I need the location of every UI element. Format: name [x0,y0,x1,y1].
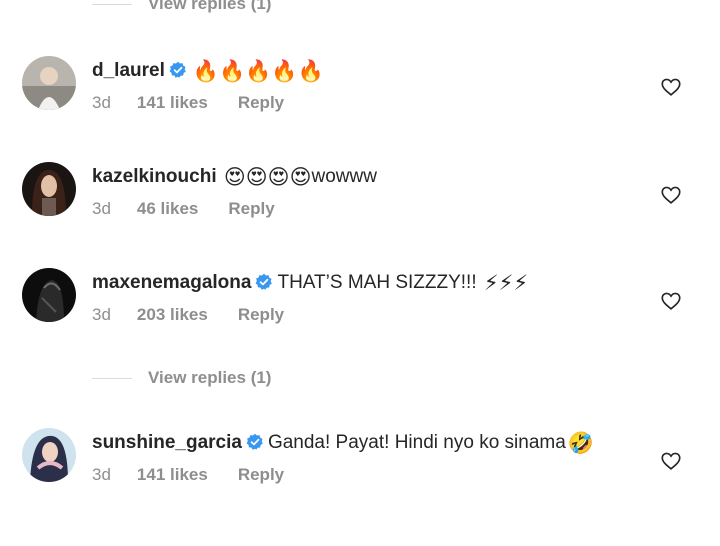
comment-meta: 3d 141 likes Reply [92,93,612,113]
avatar[interactable] [22,268,76,322]
comment-body: Ganda! Payat! Hindi nyo ko sinama [267,432,566,453]
view-replies-link[interactable]: View replies (1) [92,368,271,388]
view-replies-link[interactable]: View replies (1) [92,0,271,14]
comment-likes[interactable]: 46 likes [137,199,198,219]
heart-icon[interactable] [660,76,682,98]
comment-likes[interactable]: 141 likes [137,93,208,113]
reply-button[interactable]: Reply [238,465,284,485]
comment-likes[interactable]: 141 likes [137,465,208,485]
avatar[interactable] [22,428,76,482]
comment-time: 3d [92,305,111,324]
heart-icon[interactable] [660,290,682,312]
comment-meta: 3d 46 likes Reply [92,199,612,219]
comment-text: sunshine_garcia Ganda! Payat! Hindi nyo k… [92,430,612,457]
comment-meta: 3d 203 likes Reply [92,305,612,325]
comment-text: maxenemagalona THAT’S MAH SIZZZY!!! ⚡⚡⚡ [92,270,612,297]
comment-text: kazelkinouchi 😍😍😍😍wowww [92,164,612,191]
comment-username[interactable]: maxenemagalona [92,272,251,293]
reply-divider-line [92,3,132,5]
avatar-photo [22,268,76,322]
comment-body: THAT’S MAH SIZZZY!!! [277,272,477,293]
verified-badge-icon [246,433,264,451]
comment-meta: 3d 141 likes Reply [92,465,612,485]
comment-username[interactable]: d_laurel [92,60,165,81]
avatar-photo [22,162,76,216]
reply-button[interactable]: Reply [238,305,284,325]
fire-emoji: 🔥🔥🔥🔥🔥 [192,60,324,83]
avatar-photo [22,56,76,110]
verified-badge-icon [169,61,187,79]
laughing-emoji: 🤣 [567,432,594,455]
comment-time: 3d [92,465,111,484]
comment-time: 3d [92,93,111,112]
reply-divider-line [92,377,132,379]
comment-username[interactable]: kazelkinouchi [92,166,217,187]
comment-time: 3d [92,199,111,218]
avatar[interactable] [22,56,76,110]
heart-icon[interactable] [660,450,682,472]
heart-eyes-emoji: 😍😍😍😍 [223,166,312,189]
view-replies-label: View replies (1) [148,0,272,13]
comment-likes[interactable]: 203 likes [137,305,208,325]
verified-badge-icon [255,273,273,291]
comment-text: d_laurel 🔥🔥🔥🔥🔥 [92,58,612,85]
avatar-photo [22,428,76,482]
heart-icon[interactable] [660,184,682,206]
comment-username[interactable]: sunshine_garcia [92,432,242,453]
reply-button[interactable]: Reply [238,93,284,113]
comment-body: wowww [311,166,377,187]
lightning-emoji: ⚡⚡⚡ [483,272,529,295]
reply-button[interactable]: Reply [228,199,274,219]
avatar[interactable] [22,162,76,216]
view-replies-label: View replies (1) [148,368,272,387]
